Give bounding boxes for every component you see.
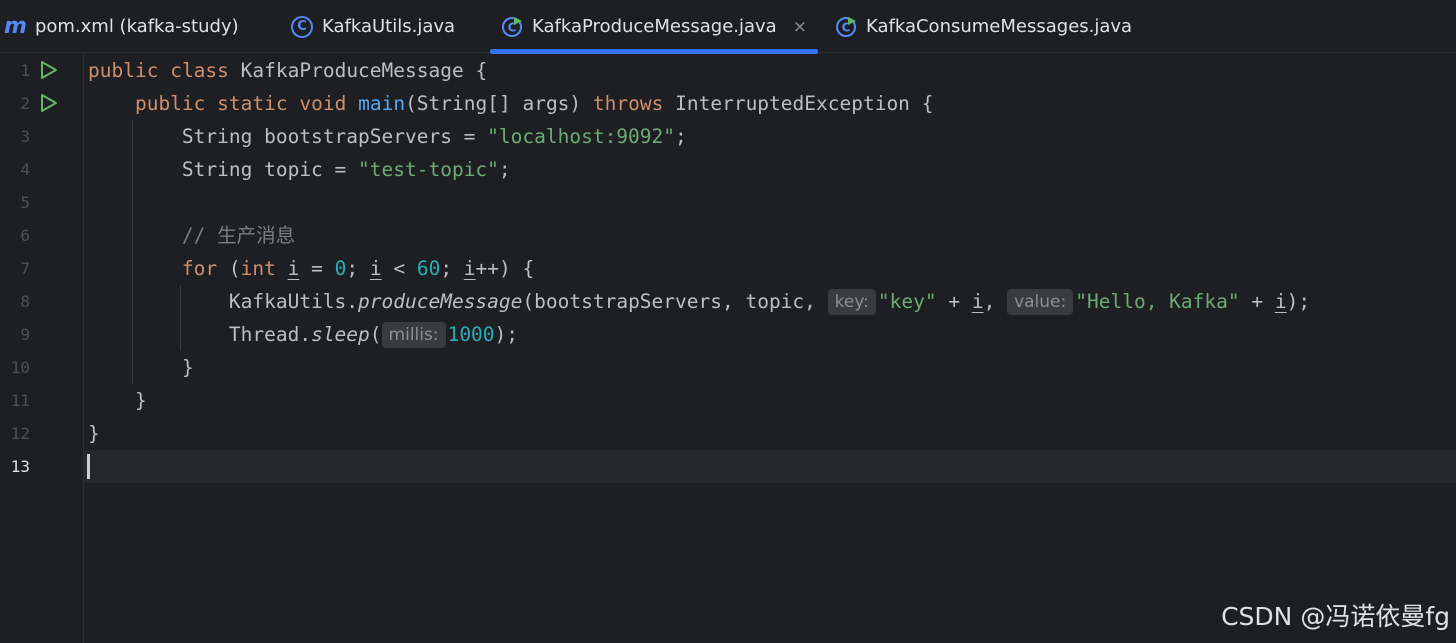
statement-end: );: [1286, 290, 1311, 313]
line-number: 2: [20, 94, 30, 113]
line-number: 9: [20, 325, 30, 344]
declaration: String topic =: [181, 158, 359, 181]
tab-label: KafkaUtils.java: [322, 16, 456, 37]
operator: =: [299, 257, 335, 280]
number-literal: 0: [334, 257, 347, 280]
current-line-highlight: [84, 450, 1456, 483]
arguments: (bootstrapServers, topic,: [522, 290, 828, 313]
line-number: 6: [20, 226, 30, 245]
string-literal: "localhost:9092": [487, 125, 676, 148]
brace: }: [134, 389, 147, 412]
code-line-9: Thread.sleep(millis: 1000);: [88, 318, 518, 351]
increment: ++) {: [475, 257, 535, 280]
static-method-call: sleep: [311, 323, 370, 346]
code-line-8: KafkaUtils.produceMessage(bootstrapServe…: [88, 285, 1310, 318]
loop-variable: i: [369, 257, 382, 280]
code-line-4: String topic = "test-topic";: [88, 153, 511, 186]
line-number: 5: [20, 193, 30, 212]
tab-kafka-consume-messages[interactable]: C KafkaConsumeMessages.java: [835, 0, 1132, 53]
code-line-2: public static void main(String[] args) t…: [88, 87, 933, 120]
paren: (: [369, 323, 382, 346]
keyword: int: [240, 257, 276, 280]
close-icon[interactable]: ×: [793, 17, 807, 37]
exception-type: InterruptedException: [675, 92, 910, 115]
editor-tab-bar: m pom.xml (kafka-study) C KafkaUtils.jav…: [0, 0, 1456, 54]
class-reference: KafkaUtils.: [228, 290, 359, 313]
line-number: 8: [20, 292, 30, 311]
parameter-hint-key[interactable]: key:: [827, 289, 876, 315]
line-number: 1: [20, 61, 30, 80]
keyword: static: [217, 92, 288, 115]
line-number: 7: [20, 259, 30, 278]
code-line-11: }: [88, 384, 147, 417]
code-line-7: for (int i = 0; i < 60; i++) {: [88, 252, 534, 285]
statement-end: );: [494, 323, 519, 346]
paren: (: [217, 257, 241, 280]
text-caret: [87, 454, 90, 479]
loop-variable: i: [463, 257, 476, 280]
keyword: public: [134, 92, 206, 115]
parameter-hint-value[interactable]: value:: [1007, 289, 1074, 315]
parameter-hint-millis[interactable]: millis:: [381, 322, 446, 348]
string-literal: "Hello, Kafka": [1075, 290, 1240, 313]
code-line-12: }: [88, 417, 100, 450]
brace: {: [475, 59, 488, 82]
brace: {: [921, 92, 934, 115]
string-literal: "test-topic": [358, 158, 499, 181]
semicolon: ;: [498, 158, 511, 181]
declaration: String bootstrapServers =: [181, 125, 488, 148]
java-class-icon: C: [291, 15, 313, 38]
tab-pom-xml[interactable]: m pom.xml (kafka-study): [4, 0, 239, 53]
class-reference: Thread.: [228, 323, 312, 346]
code-line-6: // 生产消息: [88, 219, 295, 252]
semicolon: ;: [675, 125, 687, 148]
static-method-call: produceMessage: [358, 290, 523, 313]
number-literal: 1000: [447, 323, 495, 346]
code-line-1: public class KafkaProduceMessage {: [88, 54, 487, 87]
code-line-10: }: [88, 351, 194, 384]
parameters: (String[] args): [405, 92, 582, 115]
runnable-class-icon: C: [502, 16, 523, 37]
editor-gutter[interactable]: 1 2 3 4 5 6 7 8 9 10 11 12 13: [0, 54, 84, 643]
keyword: class: [170, 59, 229, 82]
line-number: 4: [20, 160, 30, 179]
tab-kafka-utils[interactable]: C KafkaUtils.java: [291, 0, 455, 53]
method-name: main: [358, 92, 406, 115]
keyword: public: [88, 59, 159, 82]
code-editor[interactable]: 1 2 3 4 5 6 7 8 9 10 11 12 13 public cla…: [0, 54, 1456, 643]
tab-label: KafkaProduceMessage.java: [532, 16, 777, 37]
operator: +: [936, 290, 972, 313]
code-line-3: String bootstrapServers = "localhost:909…: [88, 120, 687, 153]
keyword: throws: [592, 92, 664, 115]
number-literal: 60: [416, 257, 441, 280]
brace: }: [181, 356, 194, 379]
tab-kafka-produce-message[interactable]: C KafkaProduceMessage.java ×: [490, 0, 818, 54]
tab-label: pom.xml (kafka-study): [34, 16, 239, 37]
line-number-current: 13: [10, 457, 30, 476]
run-main-icon[interactable]: [39, 93, 59, 113]
keyword: for: [181, 257, 218, 280]
run-class-icon[interactable]: [39, 60, 59, 80]
line-number: 10: [10, 358, 30, 377]
loop-variable: i: [1274, 290, 1287, 313]
line-number: 12: [10, 424, 30, 443]
keyword: void: [299, 92, 347, 115]
tab-label: KafkaConsumeMessages.java: [866, 16, 1133, 37]
operator: <: [381, 257, 417, 280]
loop-variable: i: [287, 257, 300, 280]
line-number: 3: [20, 127, 30, 146]
loop-variable: i: [971, 290, 984, 313]
semicolon: ;: [440, 257, 464, 280]
watermark: CSDN @冯诺依曼fg: [1221, 602, 1450, 631]
string-literal: "key": [877, 290, 937, 313]
comma: ,: [983, 290, 1008, 313]
operator: +: [1239, 290, 1275, 313]
comment: // 生产消息: [181, 224, 296, 247]
runnable-class-icon: C: [836, 16, 856, 37]
brace: }: [88, 422, 100, 445]
line-number: 11: [10, 391, 30, 410]
class-name: KafkaProduceMessage: [240, 59, 464, 82]
semicolon: ;: [346, 257, 370, 280]
maven-icon: m: [4, 14, 27, 39]
